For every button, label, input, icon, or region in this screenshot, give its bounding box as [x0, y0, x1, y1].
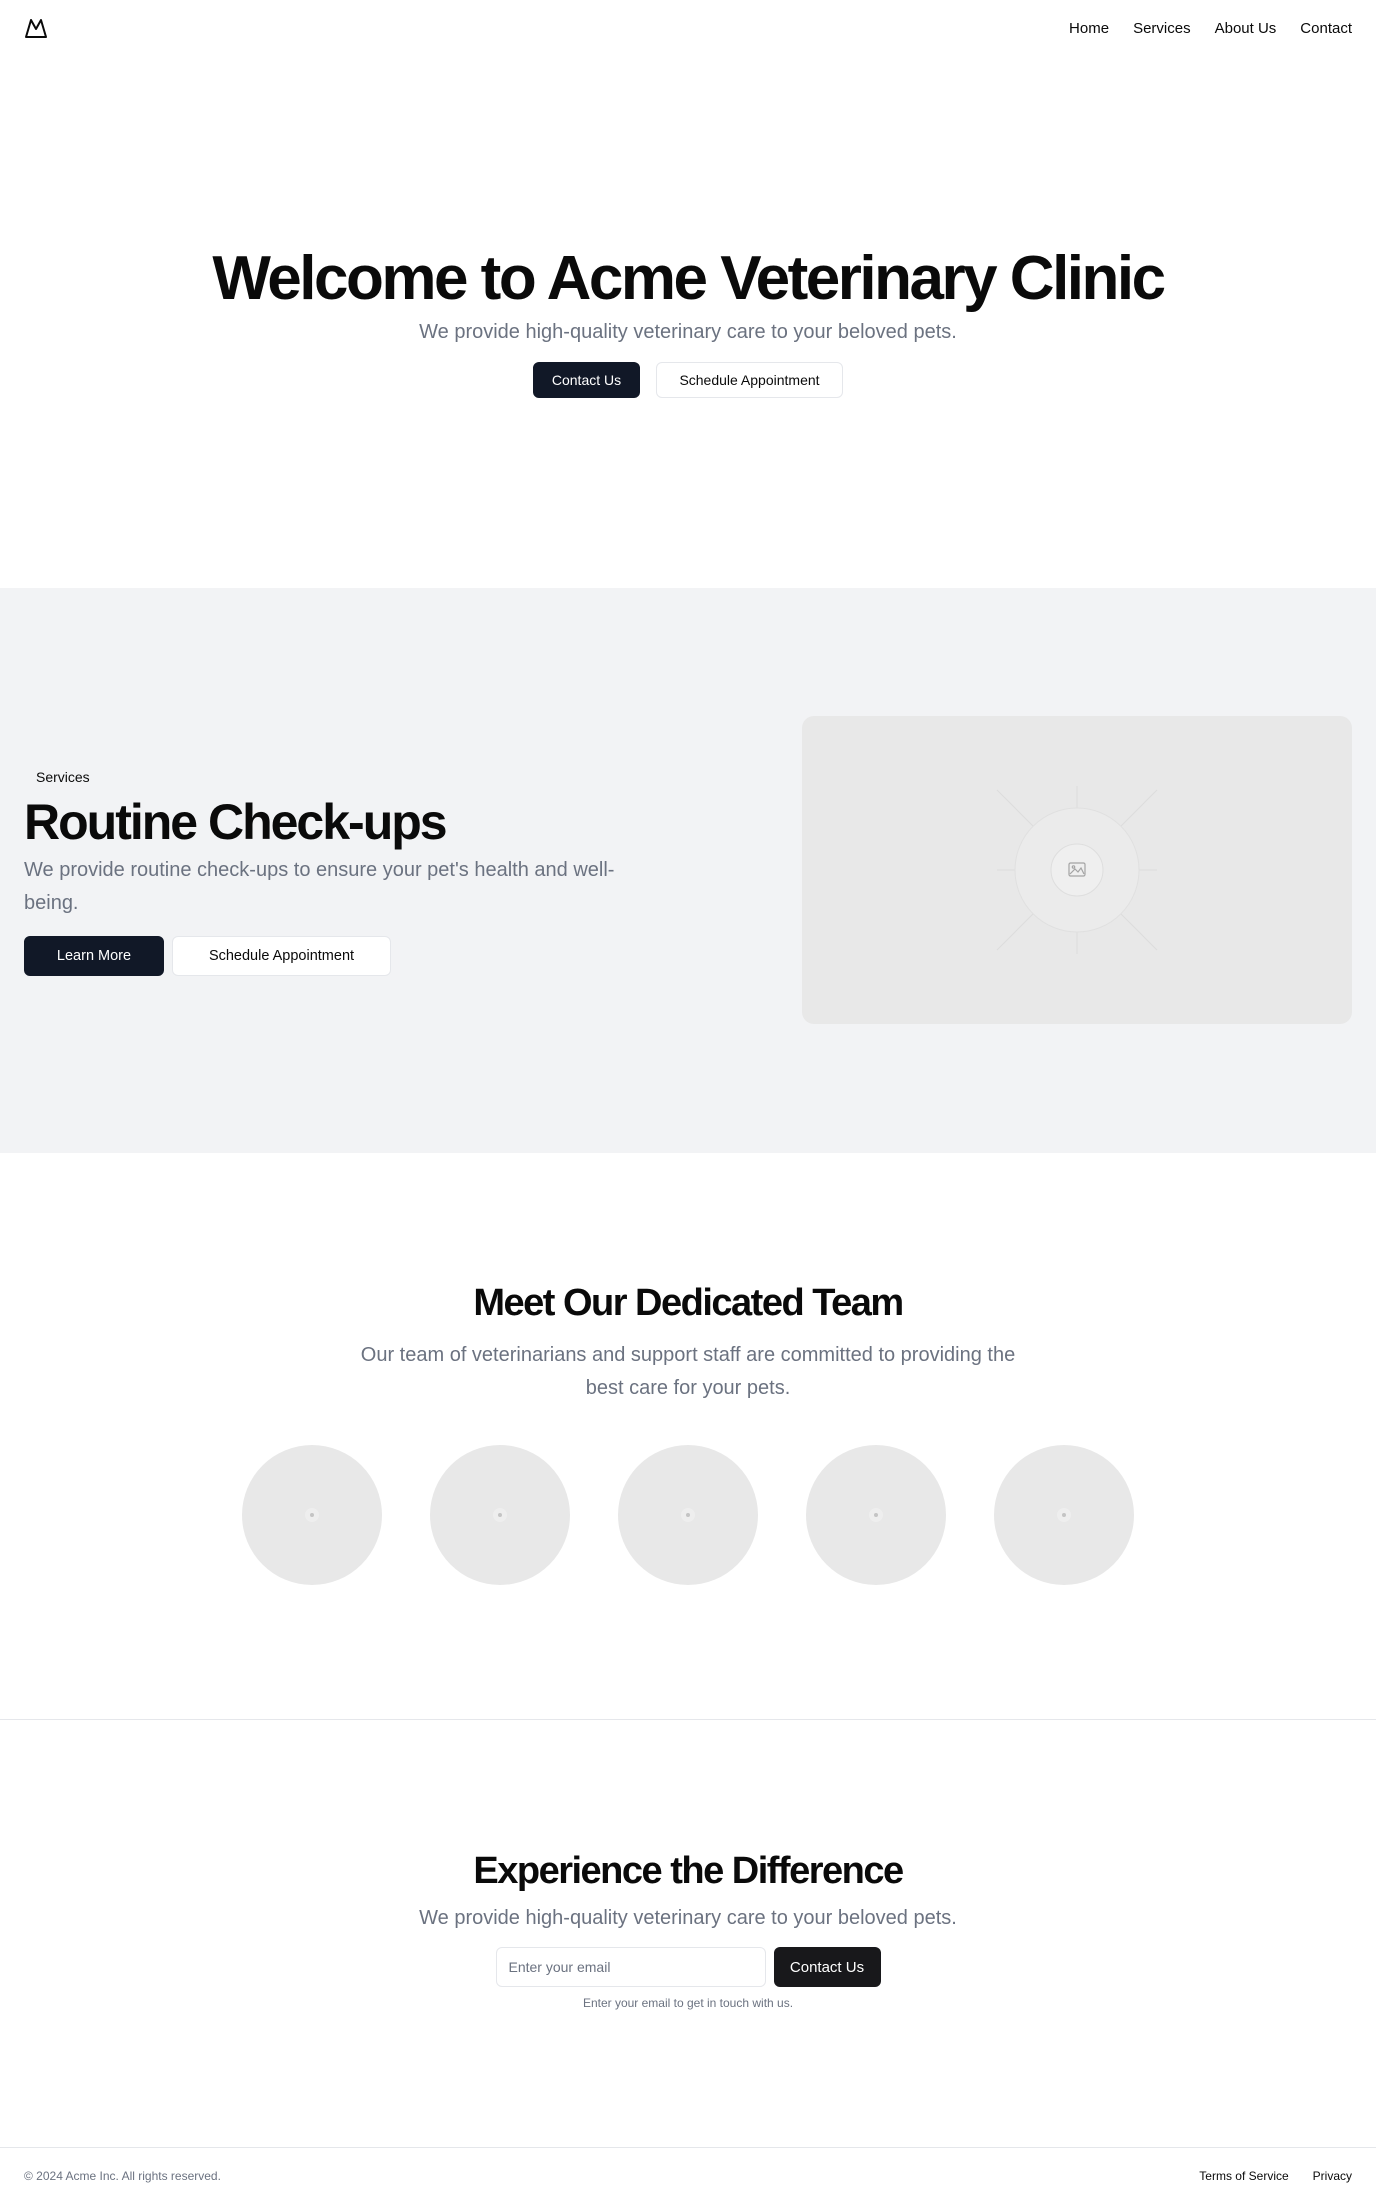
- cta-contact-button[interactable]: Contact Us: [773, 1947, 881, 1987]
- team-member-avatar: [430, 1445, 570, 1585]
- services-actions: Learn More Schedule Appointment: [24, 936, 664, 976]
- team-member-avatar: [242, 1445, 382, 1585]
- site-footer: © 2024 Acme Inc. All rights reserved. Te…: [0, 2147, 1376, 2203]
- site-header: Home Services About Us Contact: [0, 0, 1376, 56]
- email-input[interactable]: [495, 1947, 766, 1987]
- nav-contact[interactable]: Contact: [1300, 20, 1352, 37]
- copyright-text: © 2024 Acme Inc. All rights reserved.: [24, 2168, 221, 2183]
- services-badge: Services: [36, 769, 90, 785]
- services-content: Services Routine Check-ups We provide ro…: [24, 765, 664, 976]
- contact-form: Contact Us: [495, 1947, 881, 1987]
- hero-title: Welcome to Acme Veterinary Clinic: [212, 244, 1166, 313]
- services-schedule-button[interactable]: Schedule Appointment: [172, 936, 391, 976]
- main-nav: Home Services About Us Contact: [1069, 20, 1352, 37]
- hero-section: Welcome to Acme Veterinary Clinic We pro…: [0, 56, 1376, 588]
- avatar-placeholder-icon: [681, 1508, 695, 1522]
- nav-about-us[interactable]: About Us: [1215, 20, 1277, 37]
- avatar-placeholder-icon: [869, 1508, 883, 1522]
- team-avatars: [242, 1445, 1134, 1585]
- avatar-placeholder-icon: [493, 1508, 507, 1522]
- cta-section: Experience the Difference We provide hig…: [0, 1720, 1376, 2147]
- learn-more-button[interactable]: Learn More: [24, 936, 164, 976]
- logo-link[interactable]: [24, 16, 48, 40]
- hero-schedule-button[interactable]: Schedule Appointment: [656, 362, 843, 399]
- team-member-avatar: [994, 1445, 1134, 1585]
- hero-actions: Contact Us Schedule Appointment: [533, 362, 843, 399]
- mountain-icon: [25, 19, 47, 38]
- cta-subtitle: We provide high-quality veterinary care …: [419, 1907, 957, 1929]
- image-placeholder-icon: [996, 786, 1158, 954]
- privacy-link[interactable]: Privacy: [1313, 2169, 1352, 2183]
- team-section: Meet Our Dedicated Team Our team of vete…: [0, 1153, 1376, 1720]
- nav-home[interactable]: Home: [1069, 20, 1109, 37]
- avatar-placeholder-icon: [1057, 1508, 1071, 1522]
- team-description: Our team of veterinarians and support st…: [360, 1344, 1016, 1399]
- hero-subtitle: We provide high-quality veterinary care …: [419, 321, 957, 344]
- services-image-placeholder: [802, 716, 1352, 1024]
- terms-link[interactable]: Terms of Service: [1199, 2169, 1288, 2183]
- services-title: Routine Check-ups: [24, 794, 448, 850]
- avatar-placeholder-icon: [305, 1508, 319, 1522]
- footer-nav: Terms of Service Privacy: [1199, 2169, 1352, 2183]
- cta-title: Experience the Difference: [473, 1850, 904, 1892]
- team-member-avatar: [806, 1445, 946, 1585]
- email-hint: Enter your email to get in touch with us…: [582, 1996, 794, 2010]
- team-member-avatar: [618, 1445, 758, 1585]
- hero-contact-button[interactable]: Contact Us: [533, 362, 640, 399]
- team-title: Meet Our Dedicated Team: [473, 1282, 904, 1324]
- services-section: Services Routine Check-ups We provide ro…: [0, 588, 1376, 1153]
- nav-services[interactable]: Services: [1133, 20, 1191, 37]
- services-description: We provide routine check-ups to ensure y…: [24, 859, 615, 914]
